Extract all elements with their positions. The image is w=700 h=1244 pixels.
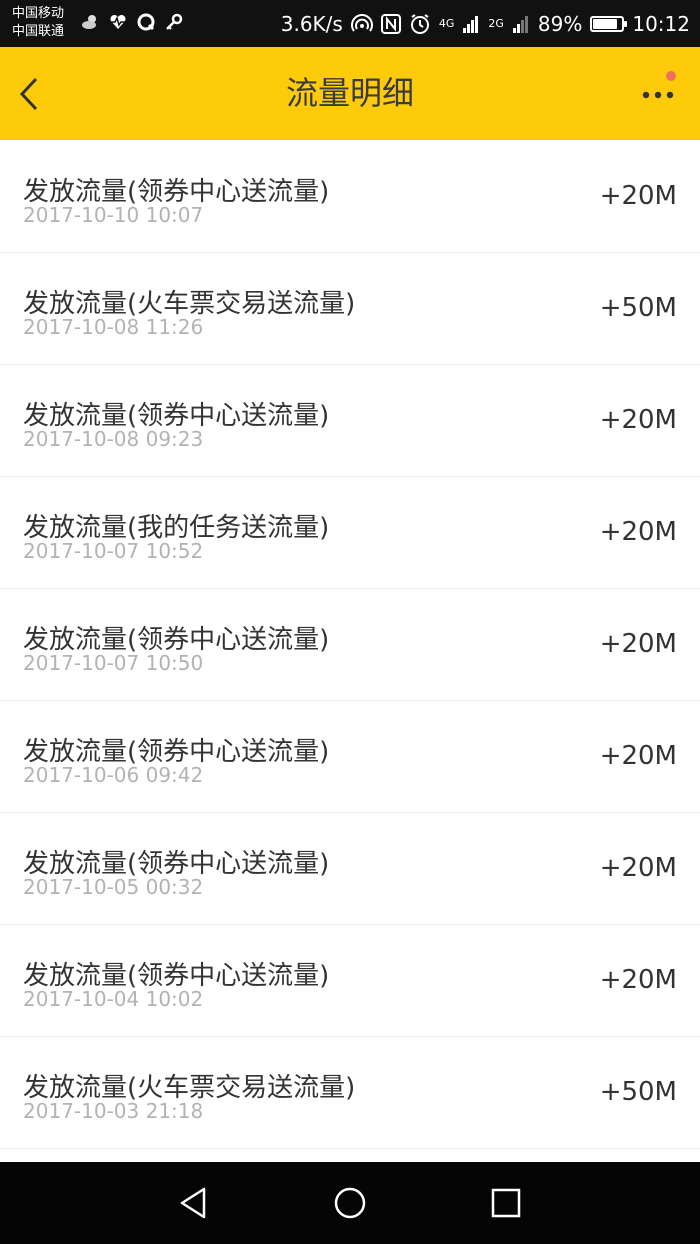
nfc-icon [380, 13, 401, 34]
chat-q-icon [137, 13, 155, 31]
alarm-icon [410, 13, 429, 34]
list-item[interactable]: 发放流量(火车票交易送流量) 2017-10-03 21:18 +50M [0, 1037, 700, 1149]
battery-fill [593, 18, 618, 29]
network-type-1: 4G [438, 17, 455, 30]
network-speed: 3.6K/s [280, 11, 343, 36]
page-title: 流量明细 [285, 74, 414, 112]
record-amount: +20M [599, 741, 677, 771]
record-time: 2017-10-05 00:32 [23, 875, 204, 899]
triangle-back-icon[interactable] [174, 1183, 214, 1223]
notification-dot [666, 71, 676, 81]
record-amount: +20M [599, 629, 677, 659]
record-time: 2017-10-03 21:18 [23, 1099, 204, 1123]
status-right: 3.6K/s 4G 2G 89% 10:12 [281, 0, 690, 47]
traffic-record-list: 发放流量(领券中心送流量) 2017-10-10 10:07 +20M 发放流量… [0, 141, 700, 1149]
network-type-2: 2G [488, 17, 504, 30]
battery-percent: 89% [537, 11, 583, 36]
record-amount: +50M [599, 293, 677, 323]
status-bar: 中国移动 中国联通 3.6K/s 4G 2G 89% 10:12 [0, 0, 700, 47]
hotspot-icon [350, 13, 373, 32]
list-item[interactable]: 发放流量(领券中心送流量) 2017-10-08 09:23 +20M [0, 365, 700, 477]
signal-1-icon [463, 15, 479, 33]
record-amount: +50M [599, 1077, 677, 1107]
list-item[interactable]: 发放流量(领券中心送流量) 2017-10-04 10:02 +20M [0, 925, 700, 1037]
record-time: 2017-10-08 11:26 [23, 315, 204, 339]
record-amount: +20M [599, 853, 677, 883]
carrier-labels: 中国移动 中国联通 [12, 5, 64, 41]
carrier-1: 中国移动 [12, 6, 65, 21]
list-item[interactable]: 发放流量(我的任务送流量) 2017-10-07 10:52 +20M [0, 477, 700, 589]
record-time: 2017-10-07 10:52 [23, 539, 204, 563]
circle-home-icon[interactable] [330, 1183, 370, 1223]
list-item[interactable]: 发放流量(领券中心送流量) 2017-10-05 00:32 +20M [0, 813, 700, 925]
record-time: 2017-10-07 10:50 [23, 651, 204, 675]
record-amount: +20M [599, 181, 677, 211]
clock: 10:12 [632, 11, 690, 36]
list-item[interactable]: 发放流量(火车票交易送流量) 2017-10-08 11:26 +50M [0, 253, 700, 365]
record-time: 2017-10-06 09:42 [23, 763, 204, 787]
weather-cloud-icon [82, 15, 96, 29]
app-header: 流量明细 [0, 47, 700, 140]
carrier-2: 中国联通 [12, 24, 65, 39]
record-amount: +20M [599, 405, 677, 435]
record-time: 2017-10-08 09:23 [23, 427, 204, 451]
status-notification-icons [80, 12, 184, 32]
square-recent-icon[interactable] [486, 1183, 526, 1223]
record-amount: +20M [599, 517, 677, 547]
key-icon [166, 13, 183, 30]
more-dots-icon[interactable] [638, 75, 678, 115]
list-item[interactable]: 发放流量(领券中心送流量) 2017-10-10 10:07 +20M [0, 141, 700, 253]
list-item[interactable]: 发放流量(领券中心送流量) 2017-10-06 09:42 +20M [0, 701, 700, 813]
heart-rate-icon [110, 14, 126, 29]
record-amount: +20M [599, 965, 677, 995]
system-nav-bar [0, 1162, 700, 1244]
list-item[interactable]: 发放流量(领券中心送流量) 2017-10-07 10:50 +20M [0, 589, 700, 701]
record-time: 2017-10-10 10:07 [23, 203, 204, 227]
record-time: 2017-10-04 10:02 [23, 987, 204, 1011]
battery-icon [590, 15, 628, 32]
signal-2-icon [512, 15, 528, 33]
